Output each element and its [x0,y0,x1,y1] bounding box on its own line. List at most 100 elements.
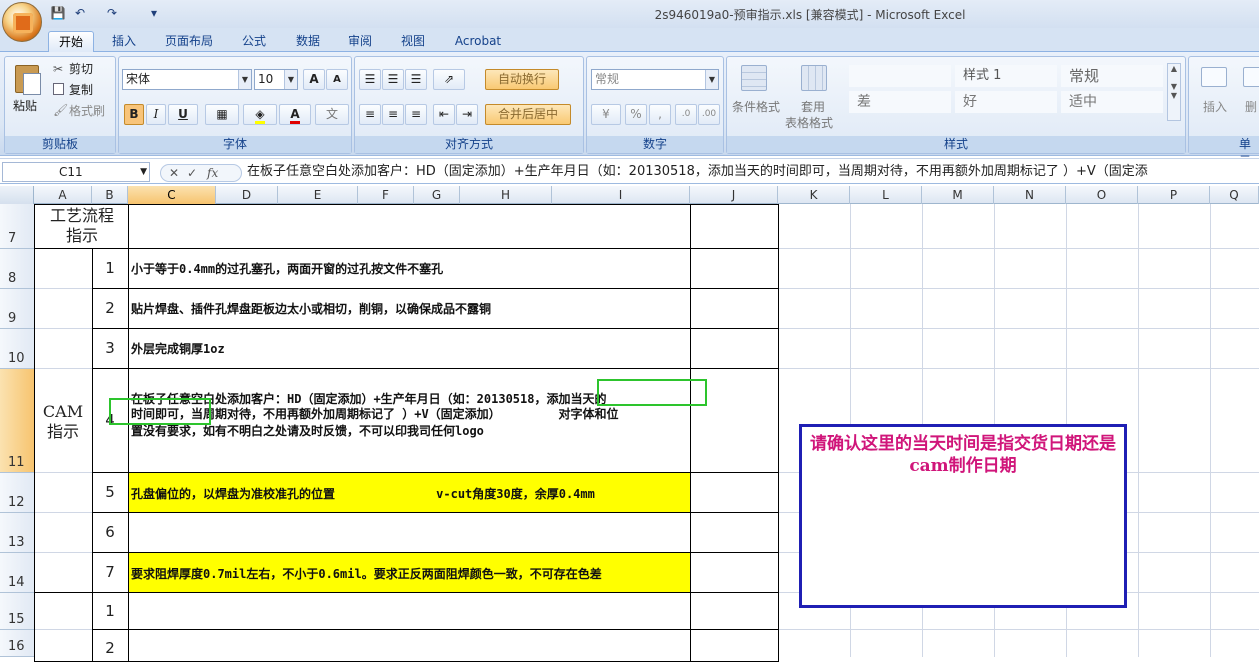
row-header[interactable]: 12 [0,473,34,513]
delete-cells-icon[interactable] [1241,63,1259,91]
row-header[interactable]: 14 [0,553,34,593]
tab-review[interactable]: 审阅 [340,31,380,52]
align-top-icon[interactable]: ☰ [359,69,381,90]
row-header[interactable]: 11 [0,369,34,473]
customize-qat-icon[interactable]: ▾ [146,5,162,21]
format-as-table-label1[interactable]: 套用 [801,99,825,115]
tab-formulas[interactable]: 公式 [234,31,274,52]
insert-cells-icon[interactable] [1199,63,1229,91]
comma-button[interactable]: , [649,104,671,125]
style-cell-neutral[interactable]: 适中 [1061,91,1163,113]
decrease-indent-icon[interactable]: ⇤ [433,104,455,125]
fill-color-button[interactable]: ◈ [243,104,277,125]
insert-cells-button[interactable]: 插入 [1203,99,1227,115]
row-header[interactable]: 15 [0,593,34,630]
percent-button[interactable]: % [625,104,647,125]
cell-c13[interactable] [128,512,691,553]
tab-insert[interactable]: 插入 [102,31,146,52]
align-right-icon[interactable]: ≡ [405,104,427,125]
column-header[interactable]: D [216,186,278,204]
cell-j9[interactable] [690,288,779,329]
cell-c15[interactable] [128,592,691,630]
redo-icon[interactable]: ↷ [104,5,120,21]
underline-button[interactable]: U [168,104,198,125]
cell-j16[interactable] [690,629,779,662]
column-header[interactable]: J [690,186,778,204]
office-button[interactable] [2,2,42,42]
row-header[interactable]: 16 [0,630,34,657]
cell-j14[interactable] [690,552,779,593]
select-all-corner[interactable] [0,186,34,204]
phonetic-button[interactable]: 文 [315,104,349,125]
tab-data[interactable]: 数据 [288,31,328,52]
border-button[interactable]: ▦ [205,104,239,125]
italic-button[interactable]: I [146,104,166,125]
save-icon[interactable]: 💾 [50,5,66,21]
column-header[interactable]: C [128,186,216,204]
row-header[interactable]: 13 [0,513,34,553]
column-header[interactable]: O [1066,186,1138,204]
paste-button[interactable]: 粘贴 [13,98,37,114]
font-color-button[interactable]: A [279,104,311,125]
conditional-format-button[interactable]: 条件格式 [732,99,780,115]
name-box[interactable]: C11 ▼ [2,162,150,182]
align-left-icon[interactable]: ≡ [359,104,381,125]
cell-j7[interactable] [690,204,779,249]
column-header[interactable]: P [1138,186,1210,204]
shrink-font-button[interactable]: A [326,69,348,90]
row-header[interactable]: 7 [0,204,34,249]
tab-home[interactable]: 开始 [48,31,94,52]
tab-page-layout[interactable]: 页面布局 [158,31,220,52]
tab-view[interactable]: 视图 [393,31,433,52]
cut-button[interactable]: 剪切 [69,61,93,77]
column-header[interactable]: E [278,186,358,204]
undo-icon[interactable]: ↶ [72,5,88,21]
row-header[interactable]: 9 [0,289,34,329]
cell-c16[interactable] [128,629,691,662]
cell-j8[interactable] [690,248,779,289]
cell-j12[interactable] [690,472,779,513]
style-cell-normal[interactable]: 常规 [1061,65,1163,87]
column-header[interactable]: Q [1210,186,1259,204]
enter-icon[interactable]: ✓ [187,165,197,182]
cell-j15[interactable] [690,592,779,630]
grow-font-button[interactable]: A [303,69,325,90]
column-header[interactable]: N [994,186,1066,204]
format-as-table-label2[interactable]: 表格格式 [785,115,833,131]
column-header[interactable]: I [552,186,690,204]
column-header[interactable]: A [34,186,92,204]
insert-function-icon[interactable]: fx [207,165,218,182]
align-middle-icon[interactable]: ☰ [382,69,404,90]
format-as-table-icon[interactable] [799,63,829,93]
style-cell-good[interactable]: 好 [955,91,1057,113]
format-painter-button[interactable]: 格式刷 [69,103,105,119]
conditional-format-icon[interactable] [739,63,769,93]
column-header[interactable]: G [414,186,460,204]
orientation-icon[interactable]: ⇗ [433,69,465,90]
cancel-icon[interactable]: ✕ [169,165,179,182]
formula-input[interactable]: 在板子任意空白处添加客户：HD（固定添加）+生产年月日（如：20130518，添… [245,161,1259,183]
cell-j10[interactable] [690,328,779,369]
style-cell-blank[interactable] [849,65,951,87]
decrease-decimal-icon[interactable]: .00 [698,104,720,125]
column-header[interactable]: F [358,186,414,204]
tab-acrobat[interactable]: Acrobat [448,31,508,52]
wrap-text-button[interactable]: 自动换行 [485,69,559,90]
styles-scroll-icon[interactable]: ▲ ▼ ▼ [1167,63,1181,121]
column-header[interactable]: K [778,186,850,204]
increase-indent-icon[interactable]: ⇥ [456,104,478,125]
column-header[interactable]: B [92,186,128,204]
font-name-combo[interactable]: 宋体 ▼ [122,69,252,90]
number-format-combo[interactable]: 常规 ▼ [591,69,719,90]
align-center-icon[interactable]: ≡ [382,104,404,125]
row-header[interactable]: 10 [0,329,34,369]
delete-cells-button[interactable]: 删 [1245,99,1257,115]
cell-j13[interactable] [690,512,779,553]
column-header[interactable]: L [850,186,922,204]
copy-button[interactable]: 复制 [69,82,93,98]
style-cell-bad[interactable]: 差 [849,91,951,113]
paste-icon[interactable] [13,61,43,95]
column-header[interactable]: H [460,186,552,204]
style-cell-style1[interactable]: 样式 1 [955,65,1057,87]
increase-decimal-icon[interactable]: .0 [675,104,697,125]
